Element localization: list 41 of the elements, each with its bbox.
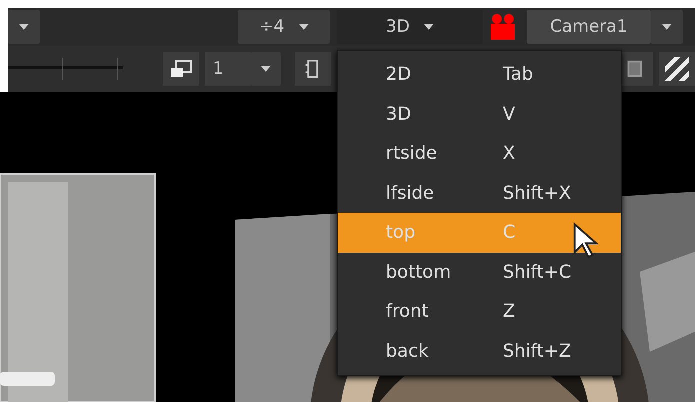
menu-item[interactable]: 3D V: [338, 94, 621, 134]
wipe-button[interactable]: [163, 52, 199, 86]
downscale-dropdown[interactable]: ÷4: [238, 10, 330, 44]
caret-icon: [19, 24, 29, 30]
shortcut-label: V: [503, 104, 516, 125]
shortcut-label: Shift+X: [503, 182, 572, 204]
frame-field[interactable]: 1: [205, 52, 251, 86]
mouse-cursor-icon: [572, 222, 598, 260]
camera-dropdown[interactable]: Camera1: [527, 10, 651, 44]
menu-item-label: front: [385, 301, 430, 322]
menu-item-label: bottom: [385, 262, 452, 283]
stripes-icon: [665, 57, 689, 81]
menu-item[interactable]: 2D Tab: [338, 55, 621, 94]
shortcut-label: Tab: [503, 64, 534, 86]
menu-item-label: back: [385, 340, 430, 362]
shortcut-label: Shift+Z: [503, 340, 572, 362]
caret-icon: [424, 24, 434, 30]
menu-item[interactable]: rtside X: [338, 134, 621, 174]
menu-item-label: 2D: [385, 64, 412, 86]
shortcut-label: Z: [503, 301, 516, 322]
camera-icon[interactable]: [488, 12, 518, 42]
shortcut-label: Shift+C: [503, 262, 572, 283]
view-mode-dropdown[interactable]: 3D: [337, 10, 483, 44]
frame-icon: [626, 59, 644, 79]
caret-icon: [298, 24, 309, 30]
menu-item-label: rtside: [385, 143, 438, 164]
shortcut-label: C: [503, 222, 516, 244]
menu-item[interactable]: bottom Shift+C: [338, 252, 621, 292]
menu-item[interactable]: back Shift+Z: [338, 332, 621, 371]
caret-icon: [261, 66, 271, 72]
menu-item-label: top: [385, 222, 416, 244]
shortcut-label: X: [503, 143, 516, 164]
dropdown-button[interactable]: [8, 10, 40, 44]
caret-icon: [662, 24, 672, 30]
checker-button[interactable]: [659, 52, 695, 86]
overlap-windows-icon: [169, 59, 193, 79]
menu-item[interactable]: lfside Shift+X: [338, 174, 621, 213]
menu-item-label: lfside: [385, 182, 436, 204]
menu-item-label: 3D: [385, 104, 412, 125]
menu-item[interactable]: front Z: [338, 292, 621, 332]
crop-button[interactable]: [295, 52, 331, 86]
